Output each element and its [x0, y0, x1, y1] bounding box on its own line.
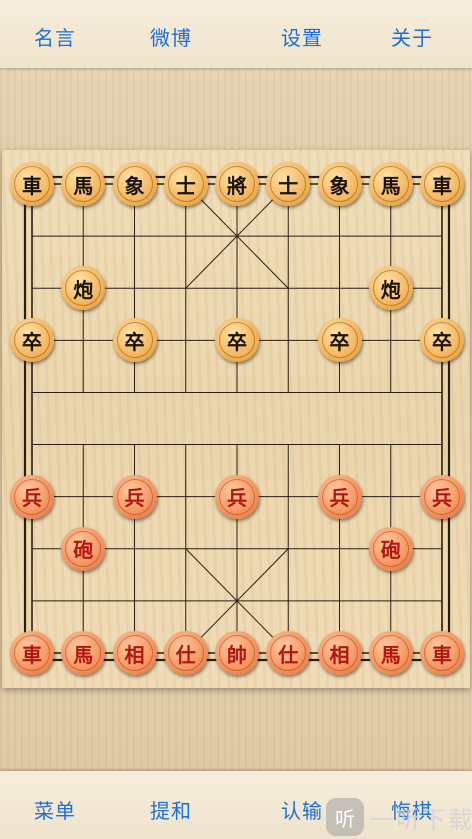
- piece-label: 車: [432, 642, 452, 667]
- black-piece[interactable]: 卒: [10, 318, 54, 363]
- piece-label: 象: [124, 173, 145, 198]
- watermark-text: 一听下载: [370, 806, 472, 834]
- black-piece[interactable]: 卒: [215, 318, 259, 363]
- black-piece[interactable]: 卒: [420, 318, 464, 363]
- about-button[interactable]: 关于: [391, 22, 433, 51]
- piece-label: 車: [22, 642, 42, 667]
- piece-label: 車: [432, 173, 452, 198]
- red-piece[interactable]: 仕: [266, 631, 311, 675]
- red-piece[interactable]: 相: [112, 631, 157, 675]
- piece-label: 象: [329, 173, 350, 198]
- red-piece[interactable]: 兵: [215, 474, 259, 519]
- red-piece[interactable]: 馬: [61, 631, 106, 675]
- piece-label: 馬: [73, 173, 94, 198]
- menu-button[interactable]: 菜单: [34, 795, 76, 824]
- piece-label: 車: [22, 173, 42, 198]
- piece-label: 兵: [22, 486, 42, 511]
- piece-label: 仕: [175, 642, 196, 667]
- piece-label: 卒: [124, 329, 145, 354]
- piece-label: 炮: [380, 277, 401, 302]
- red-piece[interactable]: 仕: [163, 631, 208, 675]
- piece-label: 馬: [380, 173, 401, 198]
- black-piece[interactable]: 士: [266, 162, 311, 206]
- black-piece[interactable]: 馬: [368, 162, 413, 206]
- piece-label: 卒: [22, 329, 42, 354]
- red-piece[interactable]: 相: [317, 631, 362, 675]
- black-piece[interactable]: 象: [317, 162, 362, 206]
- black-piece[interactable]: 車: [420, 162, 464, 206]
- piece-label: 炮: [73, 277, 94, 302]
- resign-button[interactable]: 认输: [281, 795, 323, 824]
- piece-label: 卒: [329, 329, 350, 354]
- piece-label: 兵: [227, 486, 247, 511]
- board-grid: [23, 175, 451, 662]
- piece-label: 馬: [73, 642, 94, 667]
- red-piece[interactable]: 兵: [317, 474, 362, 519]
- weibo-button[interactable]: 微博: [150, 22, 192, 51]
- black-piece[interactable]: 卒: [317, 318, 362, 363]
- piece-label: 馬: [380, 642, 401, 667]
- piece-label: 士: [278, 173, 299, 198]
- piece-label: 砲: [73, 538, 94, 563]
- piece-label: 兵: [329, 486, 350, 511]
- piece-label: 士: [175, 173, 196, 198]
- red-piece[interactable]: 帥: [215, 631, 259, 675]
- black-piece[interactable]: 馬: [61, 162, 106, 206]
- piece-label: 兵: [432, 486, 452, 511]
- black-piece[interactable]: 車: [10, 162, 54, 206]
- black-piece[interactable]: 將: [215, 162, 259, 206]
- chess-board[interactable]: 車馬象士將士象馬車炮炮卒卒卒卒卒兵兵兵兵兵砲砲車馬相仕帥仕相馬車: [2, 150, 470, 688]
- red-piece[interactable]: 車: [10, 631, 54, 675]
- piece-label: 卒: [432, 329, 452, 354]
- red-piece[interactable]: 兵: [420, 474, 464, 519]
- piece-label: 兵: [124, 486, 145, 511]
- black-piece[interactable]: 炮: [368, 266, 413, 311]
- black-piece[interactable]: 卒: [112, 318, 157, 363]
- quotes-button[interactable]: 名言: [34, 22, 76, 51]
- piece-label: 帥: [227, 642, 247, 667]
- watermark: 听 一听下载: [322, 792, 472, 839]
- watermark-logo-icon: 听: [326, 798, 364, 836]
- red-piece[interactable]: 兵: [10, 474, 54, 519]
- top-toolbar: 名言 微博 设置 关于: [0, 0, 472, 68]
- piece-label: 砲: [380, 538, 401, 563]
- black-piece[interactable]: 士: [163, 162, 208, 206]
- piece-label: 相: [124, 642, 145, 667]
- red-piece[interactable]: 馬: [368, 631, 413, 675]
- black-piece[interactable]: 象: [112, 162, 157, 206]
- settings-button[interactable]: 设置: [281, 22, 323, 51]
- red-piece[interactable]: 兵: [112, 474, 157, 519]
- piece-label: 卒: [227, 329, 247, 354]
- piece-label: 將: [227, 173, 247, 198]
- piece-label: 相: [329, 642, 350, 667]
- red-piece[interactable]: 車: [420, 631, 464, 675]
- red-piece[interactable]: 砲: [368, 526, 413, 571]
- piece-label: 仕: [278, 642, 299, 667]
- offer-draw-button[interactable]: 提和: [150, 795, 192, 824]
- red-piece[interactable]: 砲: [61, 526, 106, 571]
